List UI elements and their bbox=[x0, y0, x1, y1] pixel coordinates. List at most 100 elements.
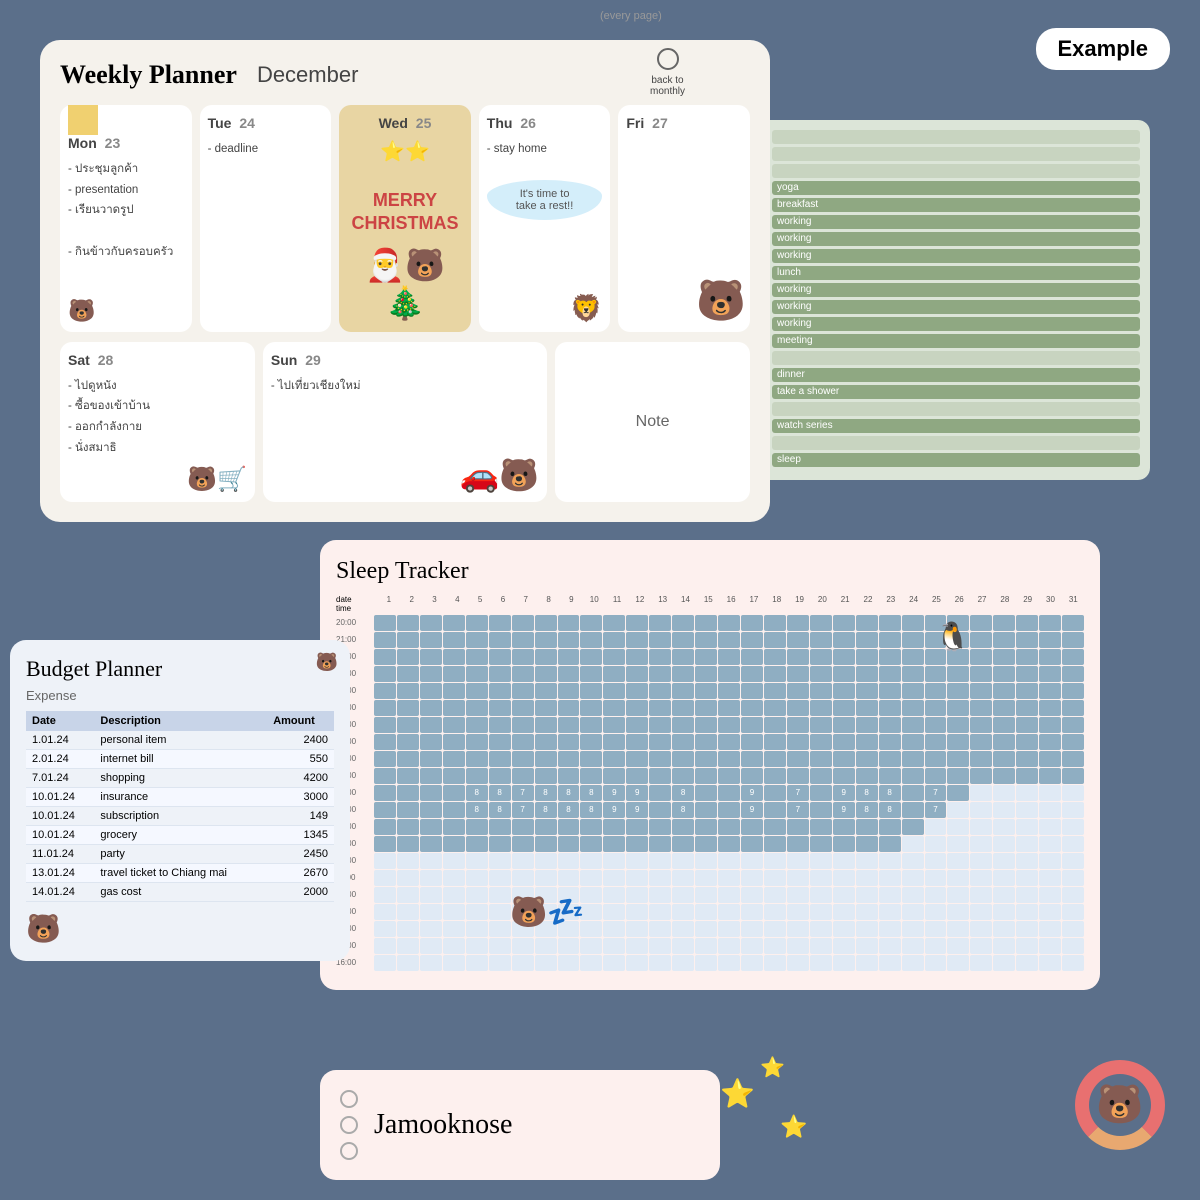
sleep-cell-00:00-28 bbox=[993, 683, 1015, 699]
sleep-cell-23:00-25 bbox=[925, 666, 947, 682]
sleep-cell-02:00-31 bbox=[1062, 717, 1084, 733]
sleep-cell-20:00-8 bbox=[535, 615, 557, 631]
sleep-cells-09:00 bbox=[374, 836, 1084, 852]
sleep-cell-15:00-4 bbox=[443, 938, 465, 954]
budget-row-4: 10.01.24subscription149 bbox=[26, 807, 334, 826]
back-to-monthly[interactable]: back tomonthly bbox=[650, 48, 685, 97]
budget-table: Date Description Amount 1.01.24personal … bbox=[26, 711, 334, 902]
sleep-cell-05:00-29 bbox=[1016, 768, 1038, 784]
time-row-2200: 22:00 bbox=[730, 436, 1140, 450]
time-bar-05:00 bbox=[772, 147, 1140, 161]
sleep-cell-05:00-7 bbox=[512, 768, 534, 784]
sleep-cell-14:00-6 bbox=[489, 921, 511, 937]
sleep-cell-03:00-10 bbox=[580, 734, 602, 750]
sleep-cell-01:00-11 bbox=[603, 700, 625, 716]
sleep-cell-05:00-4 bbox=[443, 768, 465, 784]
sleep-cell-05:00-5 bbox=[466, 768, 488, 784]
sleep-row-21:00: 21:00 bbox=[336, 632, 1084, 648]
sleep-row-02:00: 02:00 bbox=[336, 717, 1084, 733]
jamooknose-circles bbox=[340, 1090, 358, 1160]
sleep-cell-16:00-26 bbox=[947, 955, 969, 971]
sleep-row-16:00: 16:00 bbox=[336, 955, 1084, 971]
sleep-cell-09:00-31 bbox=[1062, 836, 1084, 852]
back-label: back tomonthly bbox=[650, 75, 685, 97]
sleep-cell-11:00-2 bbox=[397, 870, 419, 886]
day-wed-label: Wed 25 bbox=[347, 115, 463, 131]
time-bar-23:00: sleep bbox=[772, 453, 1140, 467]
sleep-cell-06:00-21: 9 bbox=[833, 785, 855, 801]
sleep-row-06:00: 06:00887888998979887 bbox=[336, 785, 1084, 801]
sleep-cell-08:00-11 bbox=[603, 819, 625, 835]
sleep-cell-10:00-20 bbox=[810, 853, 832, 869]
sleep-cell-05:00-6 bbox=[489, 768, 511, 784]
sleep-cell-12:00-23 bbox=[879, 887, 901, 903]
sleep-cell-02:00-2 bbox=[397, 717, 419, 733]
sleep-day-13: 13 bbox=[652, 595, 674, 613]
sleep-day-11: 11 bbox=[606, 595, 628, 613]
sleep-row-05:00: 05:00 bbox=[336, 768, 1084, 784]
sleep-cell-13:00-26 bbox=[947, 904, 969, 920]
sleep-cell-12:00-15 bbox=[695, 887, 717, 903]
sleep-cell-07:00-27 bbox=[970, 802, 992, 818]
sleep-row-04:00: 04:00 bbox=[336, 751, 1084, 767]
sleep-cell-03:00-19 bbox=[787, 734, 809, 750]
sleep-cell-08:00-31 bbox=[1062, 819, 1084, 835]
day-mon-num: 23 bbox=[105, 135, 121, 151]
sleep-cell-22:00-3 bbox=[420, 649, 442, 665]
sleep-cell-11:00-26 bbox=[947, 870, 969, 886]
sleep-time-20:00: 20:00 bbox=[336, 615, 374, 631]
sleep-cell-20:00-24 bbox=[902, 615, 924, 631]
sleep-cell-14:00-12 bbox=[626, 921, 648, 937]
sleep-cell-00:00-3 bbox=[420, 683, 442, 699]
sleep-cell-15:00-1 bbox=[374, 938, 396, 954]
sleep-cell-06:00-25: 7 bbox=[925, 785, 947, 801]
sleep-cell-23:00-20 bbox=[810, 666, 832, 682]
sleep-cell-22:00-27 bbox=[970, 649, 992, 665]
sleep-cell-03:00-18 bbox=[764, 734, 786, 750]
sleep-cell-03:00-4 bbox=[443, 734, 465, 750]
sleep-cell-21:00-14 bbox=[672, 632, 694, 648]
sleep-cell-09:00-19 bbox=[787, 836, 809, 852]
sleep-cell-00:00-6 bbox=[489, 683, 511, 699]
sleep-cell-10:00-7 bbox=[512, 853, 534, 869]
sleep-cell-23:00-12 bbox=[626, 666, 648, 682]
days-bottom-row: Sat 28 - ไปดูหนัง- ซื้อของเข้าบ้าน- ออกก… bbox=[60, 342, 750, 502]
sleep-cell-16:00-29 bbox=[1016, 955, 1038, 971]
sleep-cell-00:00-10 bbox=[580, 683, 602, 699]
sleep-cell-13:00-4 bbox=[443, 904, 465, 920]
sleep-cell-02:00-3 bbox=[420, 717, 442, 733]
sleep-cell-01:00-14 bbox=[672, 700, 694, 716]
star-deco-2: ⭐ bbox=[760, 1055, 785, 1080]
time-bar-17:00 bbox=[772, 351, 1140, 365]
sleep-cell-12:00-30 bbox=[1039, 887, 1061, 903]
sleep-cell-09:00-9 bbox=[558, 836, 580, 852]
sleep-cell-11:00-24 bbox=[902, 870, 924, 886]
day-thu-tasks: - stay home bbox=[487, 139, 603, 160]
sleep-cell-07:00-26 bbox=[947, 802, 969, 818]
sleep-cell-15:00-13 bbox=[649, 938, 671, 954]
sleep-cell-13:00-31 bbox=[1062, 904, 1084, 920]
sleep-day-24: 24 bbox=[903, 595, 925, 613]
sleep-cell-05:00-21 bbox=[833, 768, 855, 784]
sleep-day-6: 6 bbox=[492, 595, 514, 613]
sleep-cell-01:00-6 bbox=[489, 700, 511, 716]
sleep-cell-15:00-9 bbox=[558, 938, 580, 954]
budget-title: Budget Planner bbox=[26, 656, 334, 682]
sleep-cell-13:00-21 bbox=[833, 904, 855, 920]
sleep-cell-16:00-8 bbox=[535, 955, 557, 971]
jam-circle-3 bbox=[340, 1142, 358, 1160]
sleep-cell-22:00-6 bbox=[489, 649, 511, 665]
sleep-cell-22:00-10 bbox=[580, 649, 602, 665]
sleep-cell-15:00-18 bbox=[764, 938, 786, 954]
sleep-cell-21:00-18 bbox=[764, 632, 786, 648]
sleep-cell-10:00-2 bbox=[397, 853, 419, 869]
sleep-cell-15:00-25 bbox=[925, 938, 947, 954]
sleep-cell-12:00-2 bbox=[397, 887, 419, 903]
sleep-cell-00:00-26 bbox=[947, 683, 969, 699]
sleep-cell-21:00-12 bbox=[626, 632, 648, 648]
sleep-cell-23:00-26 bbox=[947, 666, 969, 682]
sleep-cell-15:00-12 bbox=[626, 938, 648, 954]
budget-row-3: 10.01.24insurance3000 bbox=[26, 788, 334, 807]
sleep-cell-16:00-13 bbox=[649, 955, 671, 971]
sleep-day-19: 19 bbox=[789, 595, 811, 613]
